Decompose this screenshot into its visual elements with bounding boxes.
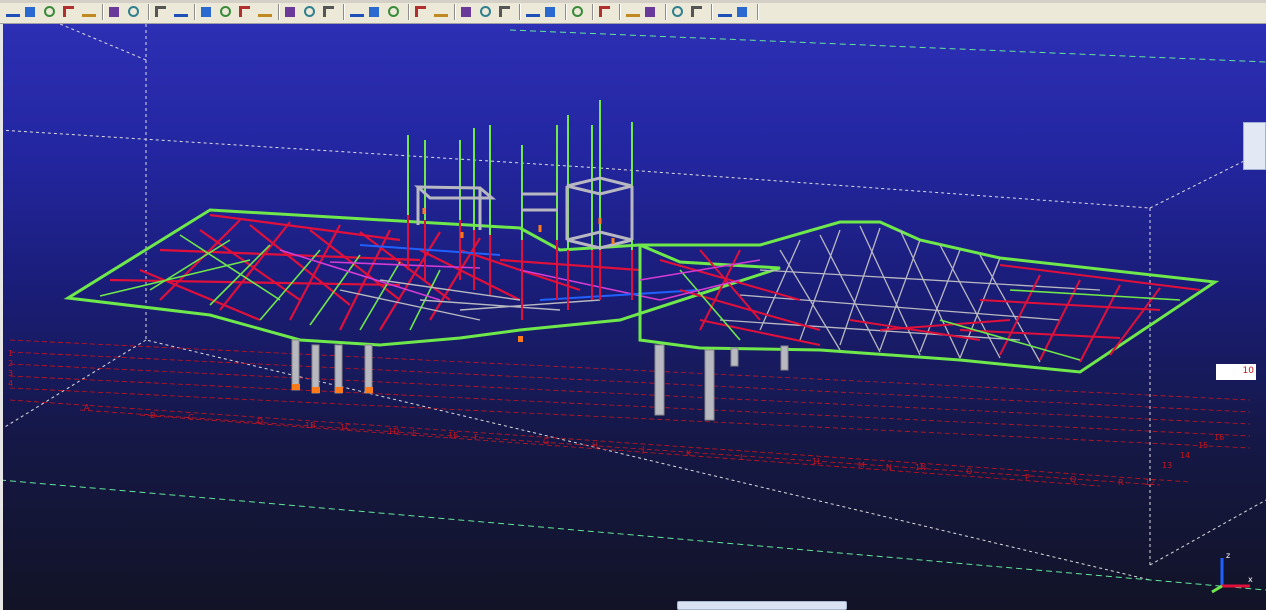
component-icon[interactable] [304, 6, 315, 17]
svg-text:A: A [84, 403, 90, 412]
brace-icon[interactable] [44, 6, 55, 17]
grid-lines [9, 339, 1251, 487]
toolbar-separator [519, 4, 520, 20]
cut-icon[interactable] [258, 8, 272, 17]
toolbar-separator [148, 4, 149, 20]
svg-text:R: R [1118, 478, 1124, 487]
grid-labels: A B C D 1B 1C 1D E 1E F G H J K L 1L M N… [8, 349, 1224, 487]
svg-text:H: H [592, 441, 598, 450]
beam-icon[interactable] [6, 8, 20, 17]
toolbar-separator [194, 4, 195, 20]
svg-text:3: 3 [8, 369, 13, 378]
toolbar-separator [619, 4, 620, 20]
svg-text:z: z [1226, 551, 1230, 560]
zoom-out-icon[interactable] [350, 8, 364, 17]
fitting-icon[interactable] [285, 7, 295, 17]
render-icon[interactable] [545, 7, 555, 17]
svg-text:E: E [412, 429, 417, 438]
svg-text:C: C [188, 413, 194, 422]
svg-text:M: M [858, 461, 865, 470]
inquire-icon[interactable] [572, 6, 583, 17]
view-plane-icon[interactable] [461, 7, 471, 17]
svg-text:2: 2 [8, 359, 13, 368]
assembly-icon[interactable] [155, 6, 166, 17]
svg-text:N: N [886, 463, 892, 472]
svg-text:1B: 1B [305, 421, 316, 430]
plate-icon[interactable] [63, 6, 74, 17]
view-plane-lines [0, 29, 1266, 591]
model-canvas: A B C D 1B 1C 1D E 1E F G H J K L 1L M N… [0, 24, 1266, 594]
polyline-icon[interactable] [201, 7, 211, 17]
right-side-panel-tab[interactable] [1243, 122, 1266, 170]
toolbar-separator [757, 4, 758, 20]
line-icon[interactable] [174, 8, 188, 17]
svg-text:1C: 1C [340, 423, 351, 432]
svg-text:J: J [641, 445, 644, 454]
polygon-icon[interactable] [220, 6, 231, 17]
help-icon[interactable] [718, 8, 732, 17]
svg-text:1N: 1N [915, 463, 926, 472]
view-icon[interactable] [434, 8, 448, 17]
svg-text:12: 12 [1145, 478, 1155, 487]
zoom-next-icon[interactable] [415, 6, 426, 17]
svg-text:K: K [686, 449, 692, 458]
viewport-left-border [0, 24, 3, 610]
svg-text:1D: 1D [388, 427, 399, 436]
drawing-icon[interactable] [691, 6, 702, 17]
toolbar-separator [408, 4, 409, 20]
svg-text:P: P [1025, 473, 1030, 482]
svg-text:F: F [474, 433, 479, 442]
svg-text:13: 13 [1162, 461, 1172, 470]
zoom-previous-icon[interactable] [388, 6, 399, 17]
toolbar-separator [565, 4, 566, 20]
report-icon[interactable] [672, 6, 683, 17]
toolbar-separator [278, 4, 279, 20]
bolt-icon[interactable] [82, 8, 96, 17]
svg-text:16: 16 [1214, 433, 1224, 442]
part-icon[interactable] [128, 6, 139, 17]
zoom-in-icon[interactable] [323, 6, 334, 17]
svg-text:14: 14 [1180, 451, 1190, 460]
view-3d-icon[interactable] [480, 6, 491, 17]
column-icon[interactable] [25, 7, 35, 17]
svg-text:O: O [966, 467, 972, 476]
fly-icon[interactable] [526, 8, 540, 17]
svg-text:G: G [543, 437, 549, 446]
svg-text:D: D [257, 417, 263, 426]
toolbar-separator [592, 4, 593, 20]
svg-text:B: B [150, 411, 156, 420]
toolbar-separator [343, 4, 344, 20]
toolbar-separator [711, 4, 712, 20]
horizontal-scrollbar-thumb[interactable] [677, 601, 847, 610]
svg-text:1E: 1E [448, 431, 458, 440]
help-context-icon[interactable] [737, 7, 747, 17]
numbering-series-icon[interactable] [645, 7, 655, 17]
toolbar-separator [454, 4, 455, 20]
inquire-object-icon[interactable] [599, 6, 610, 17]
model-3d-viewport[interactable]: A B C D 1B 1C 1D E 1E F G H J K L 1L M N… [0, 24, 1266, 610]
svg-text:1L: 1L [812, 457, 822, 466]
toolbar-separator [665, 4, 666, 20]
svg-text:15: 15 [1198, 441, 1208, 450]
svg-text:Q: Q [1070, 475, 1076, 484]
weld-icon[interactable] [109, 7, 119, 17]
main-toolbar [0, 0, 1266, 24]
svg-text:L: L [740, 453, 745, 462]
right-canopy [638, 220, 1220, 374]
right-side-label-box: 10 [1216, 364, 1256, 380]
rectangle-icon[interactable] [239, 6, 250, 17]
clip-plane-icon[interactable] [499, 6, 510, 17]
svg-text:x: x [1248, 575, 1253, 584]
numbering-icon[interactable] [626, 8, 640, 17]
svg-text:4: 4 [8, 379, 13, 388]
toolbar-top-strip [0, 0, 1266, 3]
support-columns [291, 339, 789, 421]
svg-text:1: 1 [8, 349, 13, 358]
zoom-window-icon[interactable] [369, 7, 379, 17]
toolbar-separator [102, 4, 103, 20]
column-footings [292, 336, 523, 393]
grid-label-right: 10 [1242, 366, 1254, 376]
